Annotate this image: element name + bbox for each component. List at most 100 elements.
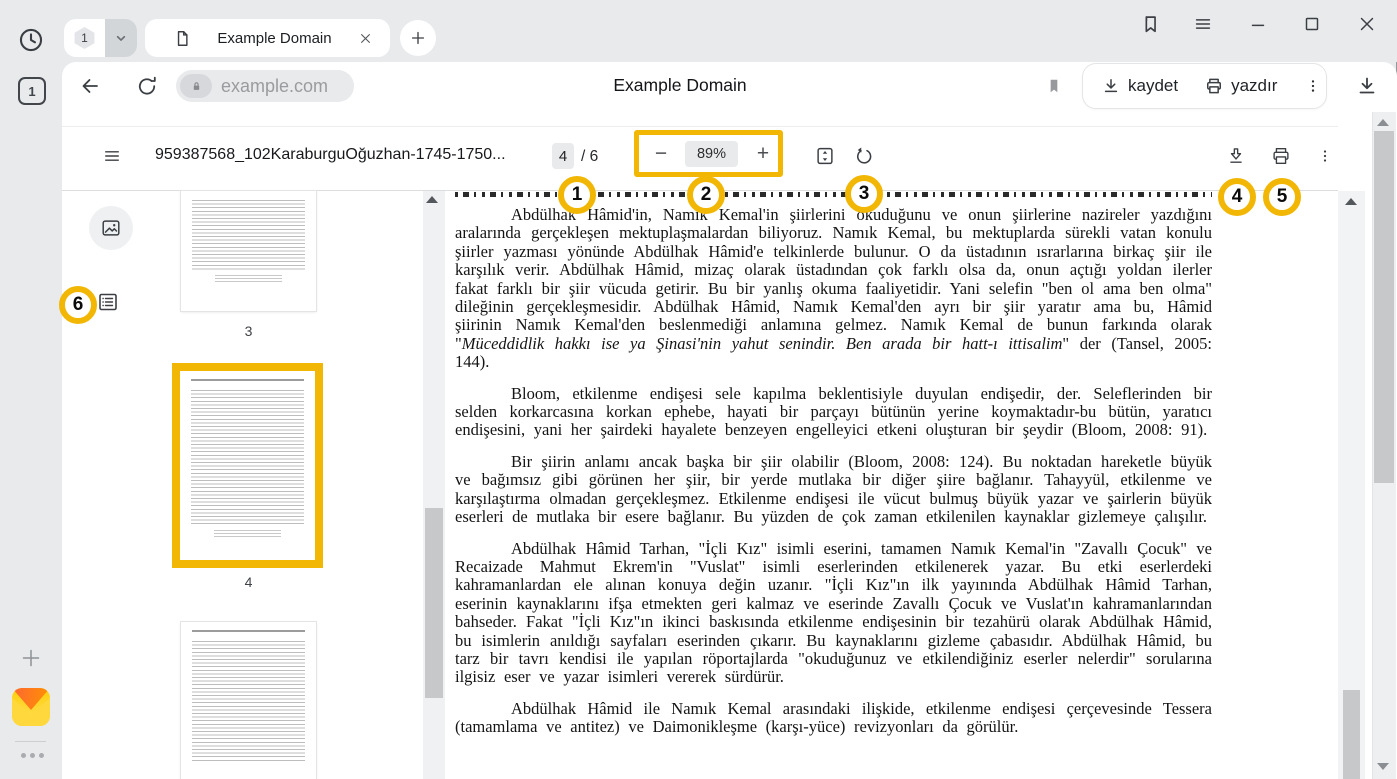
page-actions-bar: kaydet yazdır xyxy=(1082,63,1327,109)
strip-divider xyxy=(15,741,46,742)
file-icon xyxy=(173,29,192,48)
hamburger-icon xyxy=(102,146,122,166)
clock-icon xyxy=(17,26,45,54)
pdf-more-button[interactable] xyxy=(1316,145,1334,167)
document-scroll-up-arrow[interactable] xyxy=(1345,198,1357,205)
sidebar-scroll-up-arrow[interactable] xyxy=(426,196,438,203)
page-actions-more-button[interactable] xyxy=(1295,76,1331,96)
image-icon xyxy=(100,217,122,239)
download-icon xyxy=(1101,76,1121,96)
rotate-button[interactable] xyxy=(853,145,875,167)
fit-height-icon xyxy=(814,145,836,167)
download-outline-icon xyxy=(1225,145,1247,167)
document-paragraph: Abdülhak Hâmid Tarhan, "İçli Kız" isimli… xyxy=(455,540,1212,687)
page-title: Example Domain xyxy=(560,75,800,96)
maximize-icon xyxy=(1301,13,1323,35)
tab-group-badge: 1 xyxy=(74,27,96,49)
save-button[interactable]: kaydet xyxy=(1093,76,1186,96)
plus-icon xyxy=(19,646,43,670)
pdf-print-button[interactable] xyxy=(1270,145,1292,167)
document-paragraph: Abdülhak Hâmid'in, Namık Kemal'in şiirle… xyxy=(455,206,1212,372)
titlebar: 1 Example Domain xyxy=(0,0,1397,62)
page-divider: / xyxy=(581,148,585,165)
address-bar[interactable]: example.com xyxy=(176,70,354,102)
side-strip: 1 xyxy=(0,62,62,779)
yandex-mail-button[interactable] xyxy=(12,688,50,726)
thumbnail-page-content xyxy=(191,390,304,525)
thumbnail-page-content xyxy=(191,379,304,381)
reload-icon xyxy=(135,74,159,98)
history-button[interactable] xyxy=(17,26,45,54)
total-pages: 6 xyxy=(590,148,599,165)
tab-title: Example Domain xyxy=(192,30,357,47)
document-text: Abdülhak Hâmid'in, Namık Kemal'in şiirle… xyxy=(446,192,1212,737)
thumbnails-view-button[interactable] xyxy=(89,206,133,250)
thumbnail-label: 4 xyxy=(181,574,316,590)
thumbnail-page-3[interactable] xyxy=(181,191,316,311)
tab-example-domain[interactable]: Example Domain xyxy=(145,19,390,57)
lock-icon xyxy=(188,78,205,95)
save-button-label: kaydet xyxy=(1128,76,1178,96)
callout-2: 2 xyxy=(687,176,725,214)
tab-group-chip[interactable]: 1 xyxy=(64,19,137,57)
thumbnail-page-footer xyxy=(214,530,281,538)
download-icon xyxy=(1355,74,1379,98)
strip-more-button[interactable] xyxy=(21,753,44,758)
window-scroll-down-arrow[interactable] xyxy=(1377,763,1389,770)
new-tab-button[interactable] xyxy=(400,20,436,56)
pdf-page-view[interactable]: Abdülhak Hâmid'in, Namık Kemal'in şiirle… xyxy=(446,191,1338,779)
collections-button[interactable] xyxy=(1139,13,1161,35)
zoom-controls-highlight xyxy=(634,130,783,177)
fit-to-page-button[interactable] xyxy=(814,145,836,167)
tab-group-segment[interactable]: 1 xyxy=(64,19,105,57)
browser-window: 1 Example Domain xyxy=(0,0,1397,779)
bookmark-flag-icon xyxy=(1044,76,1064,96)
back-button[interactable] xyxy=(78,74,102,98)
current-page-input[interactable]: 4 xyxy=(552,143,574,169)
document-scrollbar-thumb[interactable] xyxy=(1343,690,1360,779)
printer-icon xyxy=(1204,76,1224,96)
site-security-chip[interactable] xyxy=(180,74,212,98)
page-count: / 6 xyxy=(581,148,598,166)
thumbnail-page-content xyxy=(192,641,305,761)
pdf-download-button[interactable] xyxy=(1225,145,1247,167)
callout-4: 4 xyxy=(1218,178,1256,216)
hamburger-icon xyxy=(1192,13,1214,35)
kebab-icon xyxy=(1303,76,1323,96)
tab-group-expand-button[interactable] xyxy=(105,19,137,57)
kebab-icon xyxy=(1316,145,1334,167)
window-scrollbar-thumb[interactable] xyxy=(1374,131,1394,483)
window-scroll-up-arrow[interactable] xyxy=(1377,119,1389,126)
thumbnail-page-4-selected[interactable] xyxy=(172,363,323,568)
downloads-button[interactable] xyxy=(1355,74,1379,98)
print-button[interactable]: yazdır xyxy=(1196,76,1285,96)
callout-1: 1 xyxy=(558,176,596,214)
list-icon xyxy=(96,290,120,314)
close-icon xyxy=(1356,13,1378,35)
tab-counter-button[interactable]: 1 xyxy=(18,77,46,105)
pdf-filename: 959387568_102KaraburguOğuzhan-1745-1750.… xyxy=(155,146,535,164)
pdf-toolbar-top-border xyxy=(62,126,1338,127)
thumbnail-page-content xyxy=(192,200,305,270)
close-window-button[interactable] xyxy=(1356,13,1378,35)
minimize-icon xyxy=(1247,13,1269,35)
sidebar-scrollbar-thumb[interactable] xyxy=(425,508,443,698)
strip-add-button[interactable] xyxy=(19,646,43,670)
browser-menu-button[interactable] xyxy=(1192,13,1214,35)
pdf-sidebar-toggle-button[interactable] xyxy=(102,146,122,166)
maximize-button[interactable] xyxy=(1301,13,1323,35)
bookmark-button[interactable] xyxy=(1044,76,1064,96)
thumbnail-page-footer xyxy=(215,275,282,283)
close-icon[interactable] xyxy=(357,30,374,47)
callout-5: 5 xyxy=(1263,178,1301,216)
document-paragraph: Bloom, etkilenme endişesi sele kapılma b… xyxy=(455,385,1212,440)
thumbnail-page-content xyxy=(192,630,305,632)
thumbnail-page-5[interactable] xyxy=(181,622,316,779)
callout-3: 3 xyxy=(845,175,883,213)
bookmark-ribbon-icon xyxy=(1139,13,1161,35)
printer-icon xyxy=(1270,145,1292,167)
outline-view-button[interactable] xyxy=(96,290,120,314)
plus-icon xyxy=(408,28,428,48)
minimize-button[interactable] xyxy=(1247,13,1269,35)
reload-button[interactable] xyxy=(135,74,159,98)
